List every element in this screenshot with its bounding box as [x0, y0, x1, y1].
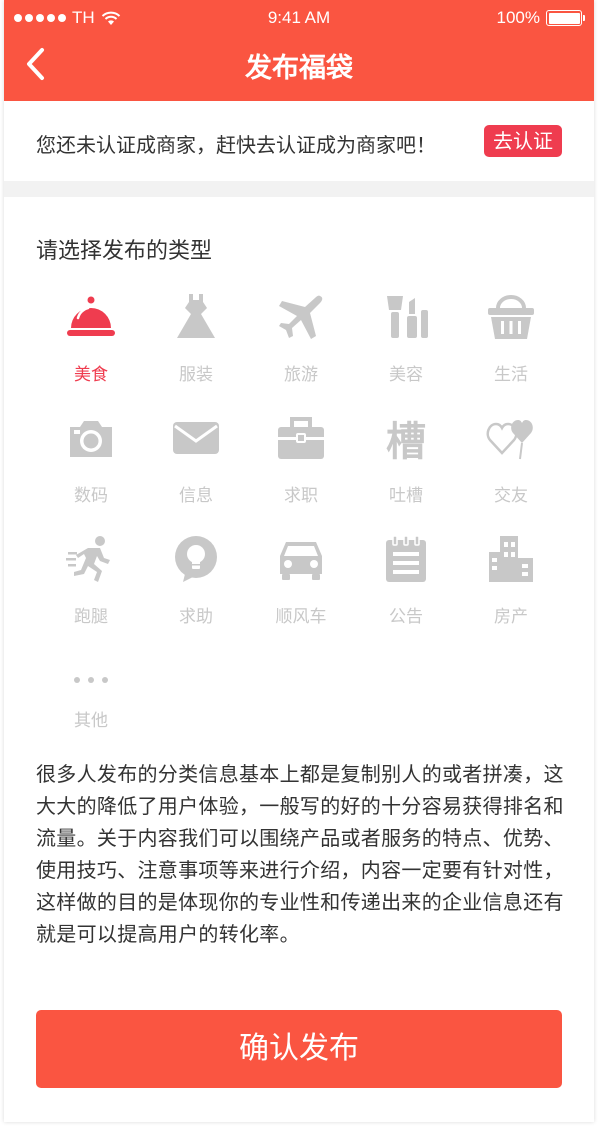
- category-label: 求助: [179, 607, 213, 627]
- category-travel[interactable]: 旅游: [249, 292, 353, 402]
- category-notice[interactable]: 公告: [354, 534, 458, 644]
- section-divider: [4, 181, 594, 197]
- page-title: 发布福袋: [245, 53, 353, 84]
- rant-character-icon: 槽: [386, 419, 426, 463]
- category-label: 顺风车: [275, 607, 327, 627]
- category-realestate[interactable]: 房产: [459, 534, 563, 644]
- category-label: 房产: [494, 607, 528, 627]
- cosmetics-icon: [387, 296, 428, 338]
- dress-icon: [177, 294, 215, 338]
- briefcase-icon: [278, 417, 324, 459]
- category-label: 其他: [74, 711, 108, 731]
- category-label: 信息: [179, 486, 213, 506]
- battery-icon: [546, 10, 585, 26]
- building-icon: [489, 536, 533, 582]
- notepad-icon: [386, 535, 426, 582]
- certification-banner: 您还未认证成商家，赶快去认证成为商家吧！ 去认证: [4, 101, 594, 181]
- category-carpool[interactable]: 顺风车: [249, 534, 353, 644]
- category-rant[interactable]: 槽 吐槽: [354, 413, 458, 523]
- category-info[interactable]: 信息: [144, 413, 248, 523]
- airplane-icon: [279, 295, 323, 339]
- category-friends[interactable]: 交友: [459, 413, 563, 523]
- basket-icon: [488, 295, 534, 339]
- category-help[interactable]: 求助: [144, 534, 248, 644]
- camera-icon: [70, 421, 112, 457]
- certify-button[interactable]: 去认证: [484, 125, 562, 157]
- nav-bar: 发布福袋: [4, 34, 594, 101]
- category-label: 求职: [284, 486, 318, 506]
- more-dots-icon: [74, 677, 108, 683]
- header: TH 9:41 AM 100% 发布福袋: [4, 0, 594, 101]
- svg-text:槽: 槽: [386, 419, 426, 463]
- category-other[interactable]: 其他: [39, 656, 143, 766]
- category-clothing[interactable]: 服装: [144, 292, 248, 402]
- category-label: 生活: [494, 365, 528, 385]
- category-food[interactable]: 美食: [39, 292, 143, 402]
- car-icon: [280, 542, 322, 580]
- category-label: 服装: [179, 365, 213, 385]
- category-life[interactable]: 生活: [459, 292, 563, 402]
- category-digital[interactable]: 数码: [39, 413, 143, 523]
- category-label: 美食: [74, 365, 108, 385]
- hearts-icon: [486, 420, 533, 460]
- lightbulb-icon: [175, 536, 217, 582]
- category-label: 吐槽: [389, 486, 423, 506]
- description-text: 很多人发布的分类信息基本上都是复制别人的或者拼凑，这大大的降低了用户体验，一般写…: [36, 762, 564, 946]
- confirm-publish-button[interactable]: 确认发布: [36, 1010, 562, 1088]
- category-label: 交友: [494, 486, 528, 506]
- category-section-title: 请选择发布的类型: [36, 239, 213, 264]
- category-label: 数码: [74, 486, 108, 506]
- food-cloche-icon: [67, 296, 115, 336]
- category-beauty[interactable]: 美容: [354, 292, 458, 402]
- category-errand[interactable]: 跑腿: [39, 534, 143, 644]
- category-label: 跑腿: [74, 607, 108, 627]
- running-person-icon: [66, 536, 110, 582]
- category-label: 美容: [389, 365, 423, 385]
- envelope-icon: [173, 422, 219, 454]
- battery-percent: 100%: [496, 8, 540, 27]
- certification-message: 您还未认证成商家，赶快去认证成为商家吧！: [36, 133, 436, 157]
- category-label: 公告: [389, 607, 423, 627]
- publish-page: TH 9:41 AM 100% 发布福袋 您还未认证成商家，赶快去认证成为商家吧…: [4, 0, 594, 1122]
- category-jobs[interactable]: 求职: [249, 413, 353, 523]
- status-bar: TH 9:41 AM 100%: [4, 0, 594, 34]
- category-label: 旅游: [284, 365, 318, 385]
